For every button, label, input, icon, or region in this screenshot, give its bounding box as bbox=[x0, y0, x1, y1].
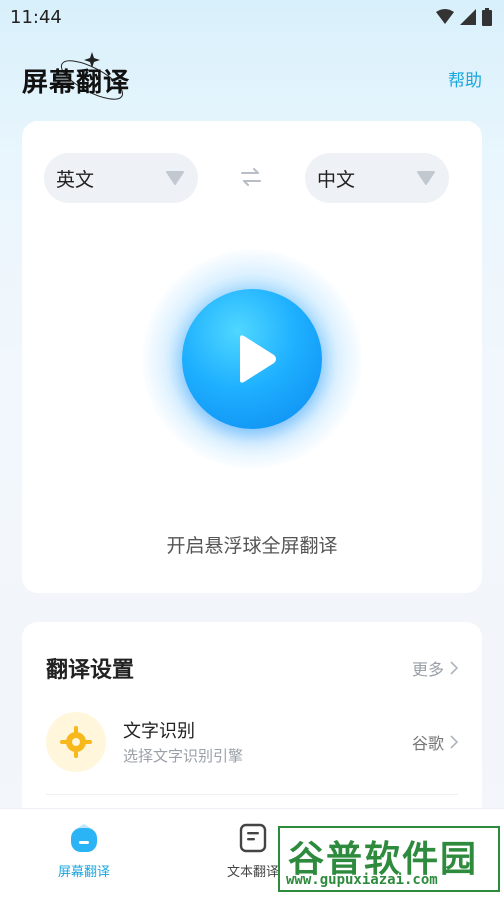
ocr-title: 文字识别 bbox=[123, 721, 195, 742]
target-language-label: 中文 bbox=[317, 168, 356, 191]
system-icons bbox=[436, 8, 492, 26]
target-language-select[interactable]: 中文 bbox=[305, 153, 449, 203]
chevron-right-icon bbox=[450, 735, 458, 749]
swap-languages-icon[interactable] bbox=[240, 166, 262, 188]
help-link[interactable]: 帮助 bbox=[448, 66, 482, 91]
ocr-engine-label: 谷歌 bbox=[411, 734, 444, 753]
battery-icon bbox=[482, 8, 492, 26]
document-icon bbox=[239, 823, 267, 853]
page-title: 屏幕翻译 bbox=[22, 68, 131, 98]
dropdown-triangle-icon bbox=[166, 171, 184, 185]
watermark-url: www.gupuxiazai.com bbox=[286, 872, 438, 888]
start-caption: 开启悬浮球全屏翻译 bbox=[166, 535, 338, 557]
play-icon bbox=[240, 335, 276, 383]
nav-screen-translate[interactable]: 屏幕翻译 bbox=[34, 823, 134, 880]
ocr-engine-value: 谷歌 bbox=[412, 730, 458, 754]
more-label: 更多 bbox=[411, 660, 444, 679]
source-language-select[interactable]: 英文 bbox=[44, 153, 198, 203]
settings-title: 翻译设置 bbox=[46, 658, 135, 683]
start-button-area bbox=[142, 249, 362, 469]
start-floating-ball-button[interactable] bbox=[182, 289, 322, 429]
app-header: 屏幕翻译 帮助 bbox=[0, 44, 504, 114]
ocr-icon-badge bbox=[46, 712, 106, 772]
wifi-icon bbox=[436, 9, 454, 24]
signal-icon bbox=[460, 9, 476, 25]
divider bbox=[46, 794, 458, 795]
ocr-subtitle: 选择文字识别引擎 bbox=[123, 747, 244, 765]
settings-card: 翻译设置 更多 文字识别 选择文字识别引擎 谷歌 bbox=[22, 622, 482, 822]
more-settings-link[interactable]: 更多 bbox=[412, 656, 458, 680]
chevron-right-icon bbox=[450, 661, 458, 675]
screen-translate-icon bbox=[71, 824, 97, 852]
nav-label: 屏幕翻译 bbox=[57, 865, 110, 880]
status-bar: 11:44 bbox=[0, 0, 504, 36]
ocr-engine-row[interactable]: 文字识别 选择文字识别引擎 谷歌 bbox=[22, 708, 482, 782]
source-language-label: 英文 bbox=[56, 168, 95, 191]
status-time: 11:44 bbox=[10, 7, 62, 28]
crosshair-icon bbox=[60, 726, 92, 758]
translate-card: 英文 中文 开启悬浮球全屏翻译 bbox=[22, 121, 482, 593]
dropdown-triangle-icon bbox=[417, 171, 435, 185]
site-watermark: 谷普软件园 www.gupuxiazai.com bbox=[278, 826, 500, 892]
